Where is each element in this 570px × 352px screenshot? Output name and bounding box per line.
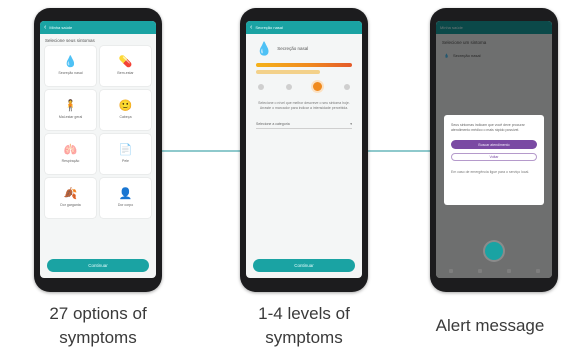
symptom-header: 💧 Secreção nasal: [246, 34, 362, 61]
alert-note: Em caso de emergência ligue para o servi…: [451, 170, 530, 174]
level-color-bar-secondary: [256, 70, 320, 74]
category-select-label: Selecione a categoria: [256, 121, 290, 126]
back-arrow-icon[interactable]: ‹: [250, 24, 252, 31]
connector-line: [368, 150, 434, 152]
continue-button[interactable]: Continuar: [47, 259, 149, 272]
nav-item[interactable]: [506, 269, 511, 273]
nav-item[interactable]: [477, 269, 482, 273]
pill-icon: 💊: [118, 56, 133, 68]
tile-label: Bem-estar: [117, 71, 134, 75]
phone-symptom-options: ‹ Minha saúde Selecione seus sintomas 💧 S…: [34, 8, 162, 292]
app-bar-title: Minha saúde: [49, 25, 73, 30]
tile-label: Secreção nasal: [58, 71, 83, 75]
continue-button[interactable]: Continuar: [253, 259, 355, 272]
alert-dialog: Seus sintomas indicam que você deve proc…: [444, 115, 544, 205]
connector-line: [162, 150, 246, 152]
symptom-tile[interactable]: 💧 Secreção nasal: [45, 46, 96, 86]
level-slider[interactable]: [258, 82, 350, 91]
caption-symptom-options: 27 options of symptoms: [14, 302, 182, 350]
phone-symptom-levels: ‹ Secreção nasal 💧 Secreção nasal Seleci…: [240, 8, 368, 292]
symptom-tile[interactable]: 💊 Bem-estar: [100, 46, 151, 86]
drop-icon: 💧: [63, 56, 78, 68]
chevron-down-icon: ▾: [350, 121, 352, 126]
level-color-bar: [256, 63, 352, 67]
back-arrow-icon[interactable]: ‹: [44, 24, 46, 31]
phone-alert: Minha saúde Selecione um sintoma 💧 Secre…: [430, 8, 558, 292]
app-bar-title: Secreção nasal: [255, 25, 283, 30]
nav-item[interactable]: [535, 269, 540, 273]
symptom-title: Secreção nasal: [277, 46, 309, 51]
symptoms-subtitle: Selecione seus sintomas: [45, 38, 95, 43]
fab-button[interactable]: [485, 242, 503, 260]
tile-label: Pele: [121, 159, 129, 163]
level-dot-1[interactable]: [258, 83, 264, 90]
phone-screen: ‹ Secreção nasal 💧 Secreção nasal Seleci…: [246, 21, 362, 278]
seek-care-button[interactable]: Buscar atendimento: [451, 140, 537, 149]
drop-icon: 💧: [256, 41, 273, 56]
phone-screen: ‹ Minha saúde Selecione seus sintomas 💧 S…: [40, 21, 156, 278]
head-icon: 👤: [118, 188, 133, 200]
nav-item[interactable]: [448, 269, 453, 273]
tile-label: Dor garganta: [60, 203, 81, 207]
back-button[interactable]: Voltar: [451, 153, 537, 161]
symptom-grid: 💧 Secreção nasal 💊 Bem-estar 🧍 Mal-estar ge…: [40, 46, 156, 218]
app-bar: ‹ Minha saúde: [40, 21, 156, 34]
caption-line: symptoms: [265, 328, 343, 347]
tile-label: Mal-estar geral: [58, 115, 83, 119]
tile-label: Cabeça: [119, 115, 132, 119]
symptom-tile[interactable]: 👤 Dor corpo: [100, 178, 151, 218]
symptom-tile[interactable]: 🧍 Mal-estar geral: [45, 90, 96, 130]
symptom-tile[interactable]: 🫁 Respiração: [45, 134, 96, 174]
level-dot-2[interactable]: [285, 83, 292, 90]
level-dot-3-selected[interactable]: [313, 82, 323, 91]
tile-label: Respiração: [61, 159, 80, 163]
caption-line: symptoms: [59, 328, 137, 347]
caption-alert-message: Alert message: [435, 316, 545, 335]
symptom-tile[interactable]: 📄 Pele: [100, 134, 151, 174]
person-icon: 🧍: [63, 100, 78, 112]
tile-label: Dor corpo: [117, 203, 134, 207]
level-description: Selecione o nível que melhor descreve o …: [258, 101, 350, 110]
caption-line: 1-4 levels of: [258, 304, 350, 323]
caption-line: 27 options of: [49, 304, 147, 323]
phone-screen: Minha saúde Selecione um sintoma 💧 Secre…: [436, 21, 552, 278]
lungs-icon: 🫁: [63, 144, 78, 156]
caption-symptom-levels: 1-4 levels of symptoms: [220, 302, 388, 350]
note-icon: 📄: [118, 144, 133, 156]
symptom-tile[interactable]: 🙂 Cabeça: [100, 90, 151, 130]
category-select[interactable]: Selecione a categoria ▾: [256, 119, 352, 129]
bottom-nav: [436, 264, 552, 278]
symptom-tile[interactable]: 🍂 Dor garganta: [45, 178, 96, 218]
face-icon: 🙂: [118, 100, 133, 112]
throat-icon: 🍂: [63, 188, 78, 200]
app-bar: ‹ Secreção nasal: [246, 21, 362, 34]
alert-message: Seus sintomas indicam que você deve proc…: [451, 123, 525, 132]
level-dot-4[interactable]: [343, 83, 350, 90]
